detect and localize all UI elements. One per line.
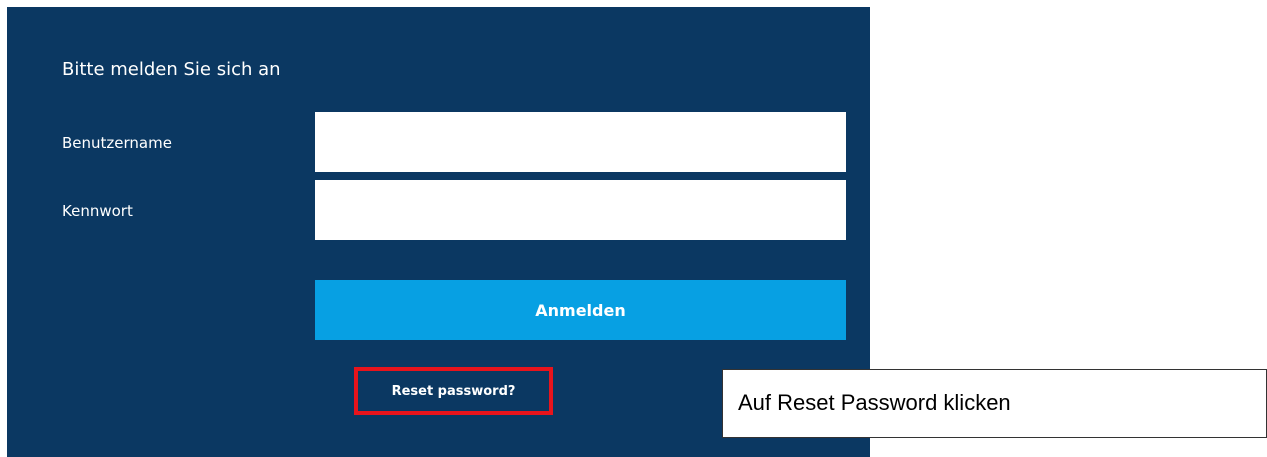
login-prompt: Bitte melden Sie sich an [62,59,281,80]
annotation-callout: Auf Reset Password klicken [722,369,1267,438]
annotation-callout-text: Auf Reset Password klicken [738,390,1011,415]
password-label: Kennwort [62,202,133,220]
login-button[interactable]: Anmelden [315,280,846,340]
password-input[interactable] [315,180,846,240]
username-input[interactable] [315,112,846,172]
reset-link-highlight-box: Reset password? [354,367,553,415]
username-label: Benutzername [62,134,172,152]
reset-password-link[interactable]: Reset password? [358,384,549,399]
screenshot-stage: Bitte melden Sie sich an Benutzername Ke… [0,0,1267,457]
